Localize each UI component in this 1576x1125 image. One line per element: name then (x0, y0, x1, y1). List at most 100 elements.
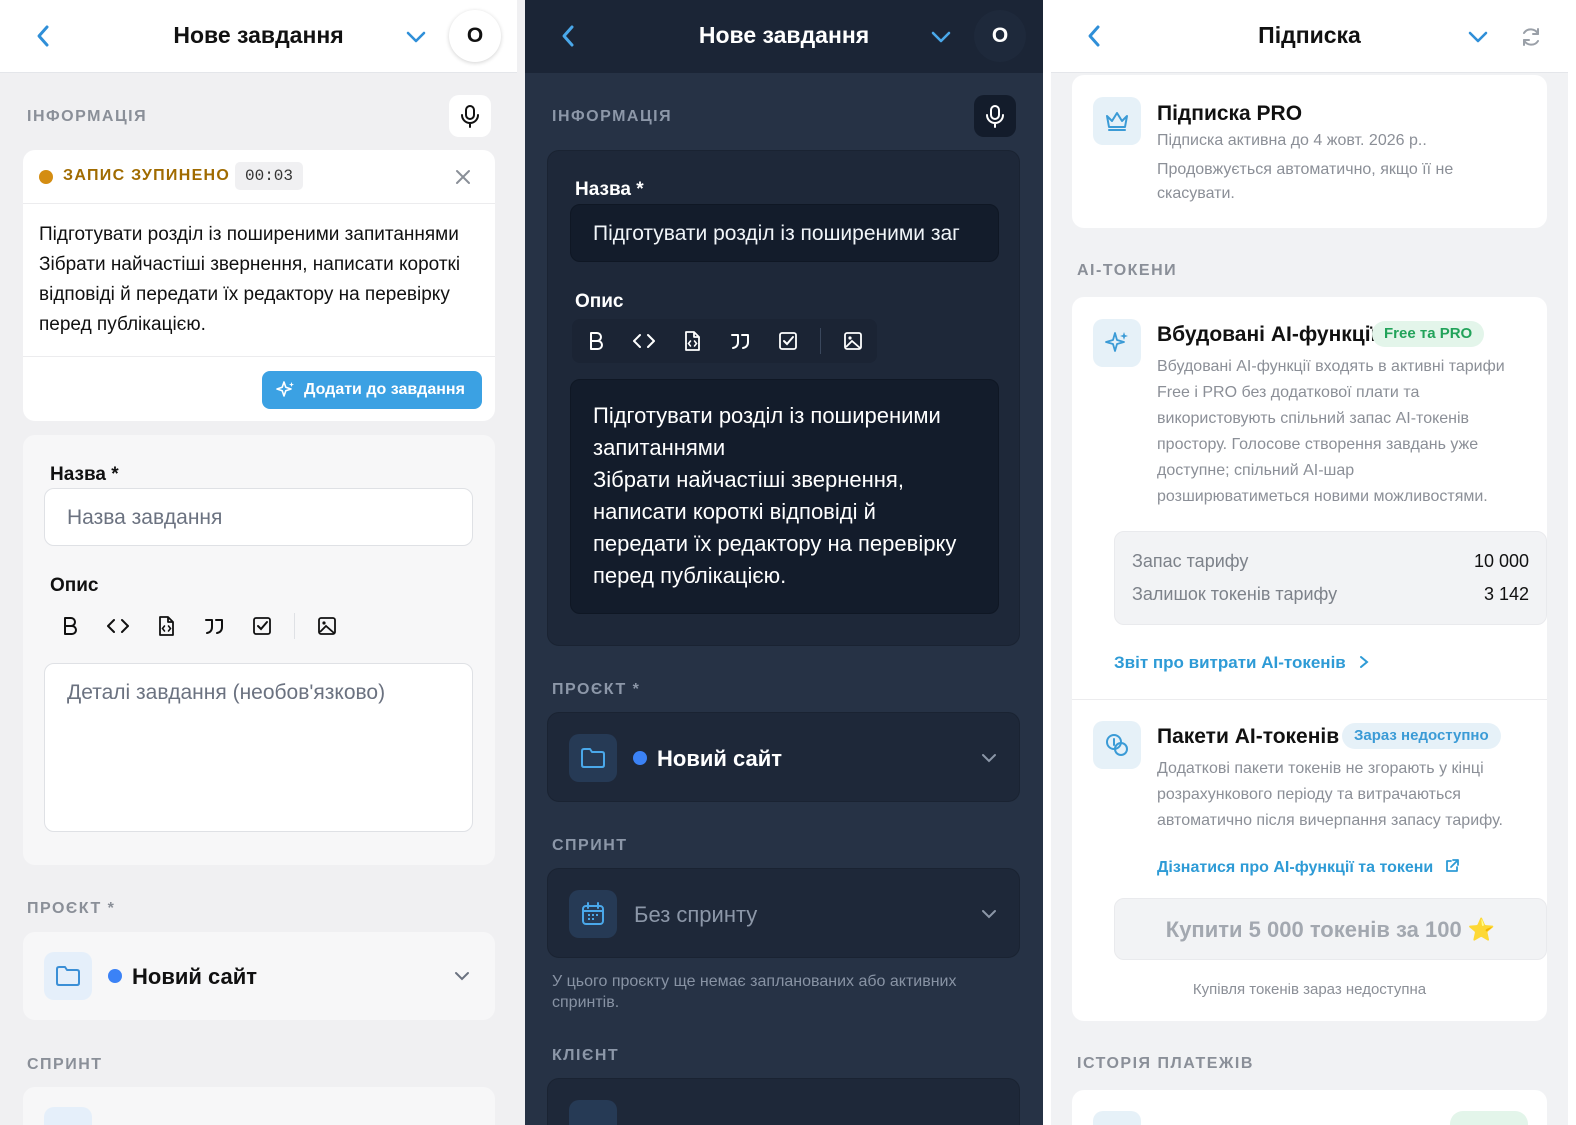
availability-badge: Зараз недоступно (1342, 723, 1501, 749)
calendar-icon-box (569, 890, 617, 938)
image-icon (844, 332, 862, 350)
chevron-down-icon[interactable] (405, 26, 427, 48)
ai-tokens-card: Вбудовані AI-функції Free та PRO Вбудова… (1072, 297, 1547, 1021)
buy-tokens-button[interactable]: Купити 5 000 токенів за 100 ⭐ (1114, 898, 1547, 960)
close-icon[interactable] (453, 167, 473, 187)
project-color-dot (108, 969, 122, 983)
header: Підписка (1051, 0, 1568, 73)
sprint-select[interactable]: Без спринту (547, 868, 1020, 958)
add-to-task-button[interactable]: Додати до завдання (262, 371, 482, 409)
sprint-select[interactable] (23, 1087, 495, 1125)
plan-badge: Free та PRO (1372, 321, 1485, 347)
coins-icon (1106, 734, 1128, 756)
code-icon (633, 334, 655, 348)
sprint-note: У цього проєкту ще немає запланованих аб… (552, 973, 957, 1011)
bold-button[interactable] (572, 319, 620, 363)
quote-icon (205, 619, 223, 634)
code-file-button[interactable] (142, 604, 190, 648)
payment-history-card (1072, 1090, 1547, 1125)
description-label: Опис (575, 291, 624, 312)
checkbox-icon (779, 332, 797, 350)
header: Нове завдання О (525, 0, 1043, 73)
description-text: Підготувати розділ із поширеними запитан… (593, 403, 957, 588)
avatar-button[interactable]: О (449, 10, 501, 62)
recording-timer: 00:03 (235, 162, 304, 190)
quote-button[interactable] (190, 604, 238, 648)
page-title: Підписка (1258, 22, 1361, 48)
recording-status-text: ЗАПИС ЗУПИНЕНО (63, 167, 231, 184)
bold-button[interactable] (46, 604, 94, 648)
header: Нове завдання О (0, 0, 517, 73)
avatar-button[interactable]: О (974, 10, 1026, 62)
chevron-down-icon[interactable] (930, 26, 952, 48)
image-button[interactable] (829, 319, 877, 363)
name-label: Назва * (50, 464, 119, 485)
section-sprint-label: СПРИНТ (27, 1056, 103, 1073)
microphone-button[interactable] (974, 95, 1016, 137)
image-button[interactable] (303, 604, 351, 648)
formatting-toolbar (46, 604, 351, 648)
image-icon (318, 617, 336, 635)
learn-more-link[interactable]: Дізнатися про AI-функції та токени (1157, 858, 1460, 877)
project-name: Новий сайт (132, 964, 258, 989)
subscription-title: Підписка PRO (1157, 102, 1303, 125)
token-quota-box: Запас тарифу 10 000 Залишок токенів тари… (1114, 531, 1547, 625)
code-file-button[interactable] (668, 319, 716, 363)
chevron-down-icon[interactable] (1467, 26, 1489, 48)
section-payment-history-label: ІСТОРІЯ ПЛАТЕЖІВ (1077, 1055, 1254, 1072)
code-button[interactable] (620, 319, 668, 363)
folder-icon-box (44, 952, 92, 1000)
section-project-label: ПРОЄКТ * (552, 681, 641, 698)
buy-unavailable-note: Купівля токенів зараз недоступна (1192, 981, 1427, 998)
folder-icon-box (569, 734, 617, 782)
section-ai-tokens-label: AI-ТОКЕНИ (1077, 262, 1178, 279)
divider (23, 356, 495, 357)
description-textarea[interactable]: Деталі завдання (необов'язково) (44, 663, 473, 832)
folder-icon (581, 748, 605, 768)
back-arrow-icon[interactable] (34, 22, 52, 50)
code-button[interactable] (94, 604, 142, 648)
checkbox-icon (253, 617, 271, 635)
task-name-input[interactable]: Назва завдання (44, 488, 473, 546)
task-form-light-panel: Нове завдання О ІНФОРМАЦІЯ ЗАПИС ЗУПИНЕН… (0, 0, 517, 1125)
external-link-icon (1445, 859, 1459, 872)
builtin-ai-description: Вбудовані AI-функції входять в активні т… (1157, 358, 1505, 505)
client-select[interactable] (547, 1078, 1020, 1125)
chevron-down-icon (982, 910, 996, 919)
subscription-card: Підписка PRO Підписка активна до 4 жовт.… (1072, 75, 1547, 228)
project-color-dot (633, 751, 647, 765)
task-name-input[interactable]: Підготувати розділ із поширеними заг (570, 204, 999, 262)
section-client-label: КЛІЄНТ (552, 1047, 620, 1064)
refresh-icon[interactable] (1519, 25, 1543, 49)
chevron-down-icon (982, 754, 996, 763)
back-arrow-icon[interactable] (559, 22, 577, 50)
description-textarea[interactable]: Підготувати розділ із поширеними запитан… (570, 379, 999, 614)
sparkles-icon-box (1093, 319, 1141, 367)
project-select[interactable]: Новий сайт (547, 712, 1020, 802)
bold-icon (590, 332, 603, 350)
task-form-card: Назва * Назва завдання Опис Деталі завда… (23, 435, 495, 865)
microphone-icon (461, 105, 479, 128)
checklist-button[interactable] (764, 319, 812, 363)
panel-gap (1043, 0, 1051, 1125)
recording-status-row: ЗАПИС ЗУПИНЕНО 00:03 (23, 150, 495, 204)
token-report-link[interactable]: Звіт про витрати AI-токенів (1114, 653, 1370, 673)
section-info-label: ІНФОРМАЦІЯ (552, 108, 673, 125)
divider (1072, 699, 1547, 700)
voice-recording-card: ЗАПИС ЗУПИНЕНО 00:03 Підготувати розділ … (23, 150, 495, 421)
description-label: Опис (50, 575, 99, 596)
microphone-button[interactable] (449, 95, 491, 137)
name-label: Назва * (575, 179, 644, 200)
token-packages-title: Пакети AI-токенів (1157, 725, 1340, 748)
calendar-icon-box (44, 1107, 92, 1125)
subscription-active-until: Підписка активна до 4 жовт. 2026 р.. (1157, 132, 1427, 149)
recording-status-dot (39, 170, 53, 184)
formatting-toolbar (572, 319, 877, 363)
microphone-icon (986, 105, 1004, 128)
crown-icon (1106, 112, 1128, 131)
project-select[interactable]: Новий сайт (23, 932, 495, 1020)
checklist-button[interactable] (238, 604, 286, 648)
back-arrow-icon[interactable] (1085, 22, 1103, 50)
transcript-text: Підготувати розділ із поширеними запитан… (39, 224, 461, 335)
quote-button[interactable] (716, 319, 764, 363)
